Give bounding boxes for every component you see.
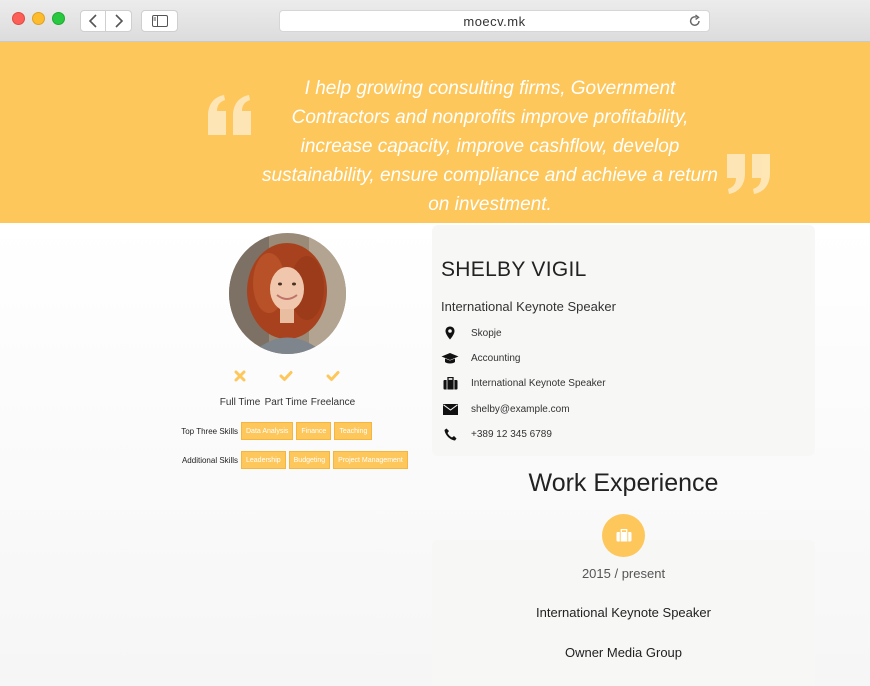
skill-tag: Project Management bbox=[333, 451, 408, 469]
top-skills-row: Top Three Skills Data Analysis Finance T… bbox=[150, 422, 375, 440]
open-quote-icon bbox=[208, 95, 251, 135]
profile-education: Accounting bbox=[441, 351, 520, 365]
skill-tag: Teaching bbox=[334, 422, 373, 440]
cross-icon bbox=[234, 370, 246, 382]
forward-button[interactable] bbox=[106, 10, 132, 32]
profile-occupation: International Keynote Speaker bbox=[441, 376, 606, 390]
briefcase-icon bbox=[616, 529, 631, 542]
url-text: moecv.mk bbox=[463, 13, 526, 29]
experience-role: International Keynote Speaker bbox=[536, 605, 711, 620]
location-pin-icon bbox=[445, 326, 455, 340]
graduation-cap-icon bbox=[441, 352, 459, 363]
profile-phone-text[interactable]: +389 12 345 6789 bbox=[471, 429, 552, 440]
availability-freelance: Freelance bbox=[303, 370, 363, 408]
skill-tag: Data Analysis bbox=[241, 422, 294, 440]
profile-name: SHELBY VIGIL bbox=[441, 258, 587, 281]
chevron-right-icon bbox=[114, 14, 123, 28]
hero-quote: I help growing consulting firms, Governm… bbox=[262, 78, 718, 215]
additional-skills-row: Additional Skills Leadership Budgeting P… bbox=[150, 451, 411, 469]
sidebar-toggle-button[interactable] bbox=[141, 10, 178, 32]
check-icon bbox=[279, 371, 293, 381]
experience-dates: 2015 / present bbox=[581, 566, 666, 581]
profile-education-text: Accounting bbox=[471, 352, 521, 364]
skill-tag: Leadership bbox=[241, 451, 286, 469]
minimize-window-button[interactable] bbox=[32, 12, 45, 25]
maximize-window-button[interactable] bbox=[52, 12, 65, 25]
availability-label: Freelance bbox=[310, 397, 356, 408]
close-window-button[interactable] bbox=[12, 12, 25, 25]
profile-email-text[interactable]: shelby@example.com bbox=[471, 404, 570, 415]
profile-title: International Keynote Speaker bbox=[441, 299, 616, 314]
chevron-left-icon bbox=[88, 14, 97, 28]
envelope-icon bbox=[442, 403, 458, 415]
experience-badge bbox=[602, 514, 645, 557]
hero-banner: I help growing consulting firms, Governm… bbox=[0, 42, 870, 223]
profile-location-text: Skopje bbox=[471, 327, 502, 339]
work-experience-heading: Work Experience bbox=[528, 469, 719, 497]
browser-toolbar: moecv.mk bbox=[0, 0, 870, 42]
profile-email[interactable]: shelby@example.com bbox=[441, 402, 570, 416]
profile-phone[interactable]: +389 12 345 6789 bbox=[441, 427, 552, 441]
additional-skills-label: Additional Skills bbox=[181, 455, 238, 465]
check-icon bbox=[326, 371, 340, 381]
skill-tag: Budgeting bbox=[288, 451, 331, 469]
phone-icon bbox=[444, 428, 456, 440]
close-quote-icon bbox=[727, 154, 770, 194]
profile-occupation-text: International Keynote Speaker bbox=[471, 377, 606, 389]
reload-icon[interactable] bbox=[689, 14, 701, 28]
avatar-photo bbox=[229, 233, 346, 354]
address-bar[interactable]: moecv.mk bbox=[279, 10, 710, 32]
sidebar-icon bbox=[151, 15, 168, 27]
back-button[interactable] bbox=[80, 10, 106, 32]
briefcase-icon bbox=[443, 376, 457, 389]
top-skills-label: Top Three Skills bbox=[181, 426, 238, 436]
skill-tag: Finance bbox=[296, 422, 332, 440]
avatar bbox=[229, 233, 346, 354]
profile-location: Skopje bbox=[441, 326, 502, 340]
experience-company: Owner Media Group bbox=[564, 645, 683, 660]
